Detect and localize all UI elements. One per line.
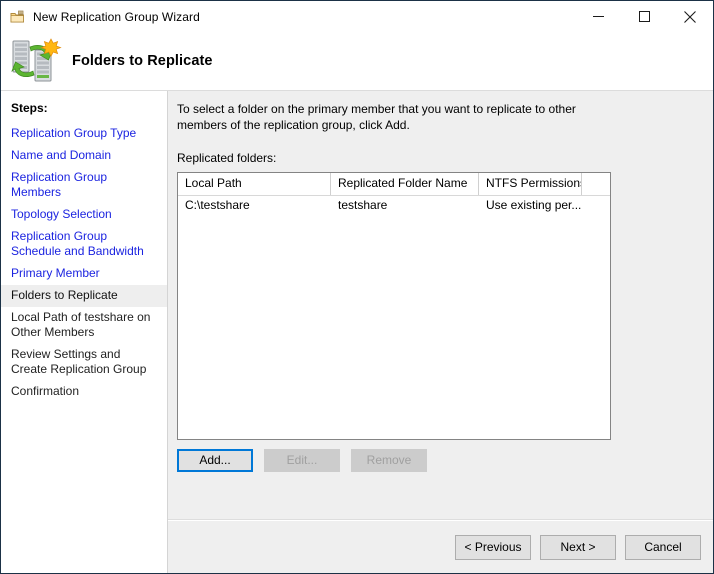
next-button[interactable]: Next > [540,535,616,560]
cell-extra [582,196,610,216]
wizard-header: Folders to Replicate [1,32,713,91]
previous-button[interactable]: < Previous [455,535,531,560]
list-header-row: Local Path Replicated Folder Name NTFS P… [178,173,610,196]
remove-button: Remove [351,449,427,472]
replicated-folders-list[interactable]: Local Path Replicated Folder Name NTFS P… [177,172,611,440]
steps-sidebar: Steps: Replication Group Type Name and D… [1,91,168,573]
cell-ntfs-permissions: Use existing per... [479,196,582,216]
wizard-window: New Replication Group Wizard [0,0,714,574]
instruction-text: To select a folder on the primary member… [177,102,597,133]
page-title: Folders to Replicate [72,53,213,69]
close-icon[interactable] [667,1,713,32]
table-row[interactable]: C:\testshare testshare Use existing per.… [178,196,610,216]
cancel-button[interactable]: Cancel [625,535,701,560]
replicated-folders-label: Replicated folders: [177,151,713,165]
column-header-replicated-folder[interactable]: Replicated Folder Name [331,173,479,195]
sidebar-item-folders-to-replicate[interactable]: Folders to Replicate [1,285,167,307]
sidebar-item-local-path-other-members: Local Path of testshare on Other Members [1,307,167,344]
sidebar-item-replication-group-type[interactable]: Replication Group Type [1,123,167,145]
title-bar: New Replication Group Wizard [1,1,713,32]
sidebar-item-replication-group-members[interactable]: Replication Group Members [1,167,167,204]
sidebar-item-schedule-and-bandwidth[interactable]: Replication Group Schedule and Bandwidth [1,226,167,263]
add-button[interactable]: Add... [177,449,253,472]
replication-servers-icon [10,37,62,85]
content-main: To select a folder on the primary member… [168,91,713,519]
list-action-buttons: Add... Edit... Remove [177,449,713,472]
cell-replicated-folder: testshare [331,196,479,216]
window-controls [575,1,713,32]
folder-replication-icon [10,9,26,25]
edit-button: Edit... [264,449,340,472]
sidebar-item-confirmation: Confirmation [1,381,167,403]
column-header-ntfs-permissions[interactable]: NTFS Permissions [479,173,582,195]
sidebar-item-review-settings: Review Settings and Create Replication G… [1,344,167,381]
steps-label: Steps: [1,100,167,116]
column-header-extra[interactable] [582,173,610,195]
minimize-icon[interactable] [575,1,621,32]
cell-local-path: C:\testshare [178,196,331,216]
body-area: Steps: Replication Group Type Name and D… [1,91,713,573]
wizard-footer: < Previous Next > Cancel [168,521,713,573]
sidebar-item-name-and-domain[interactable]: Name and Domain [1,145,167,167]
window-title: New Replication Group Wizard [33,9,200,25]
sidebar-item-primary-member[interactable]: Primary Member [1,263,167,285]
maximize-icon[interactable] [621,1,667,32]
sidebar-item-topology-selection[interactable]: Topology Selection [1,204,167,226]
column-header-local-path[interactable]: Local Path [178,173,331,195]
content-panel: To select a folder on the primary member… [168,91,713,573]
